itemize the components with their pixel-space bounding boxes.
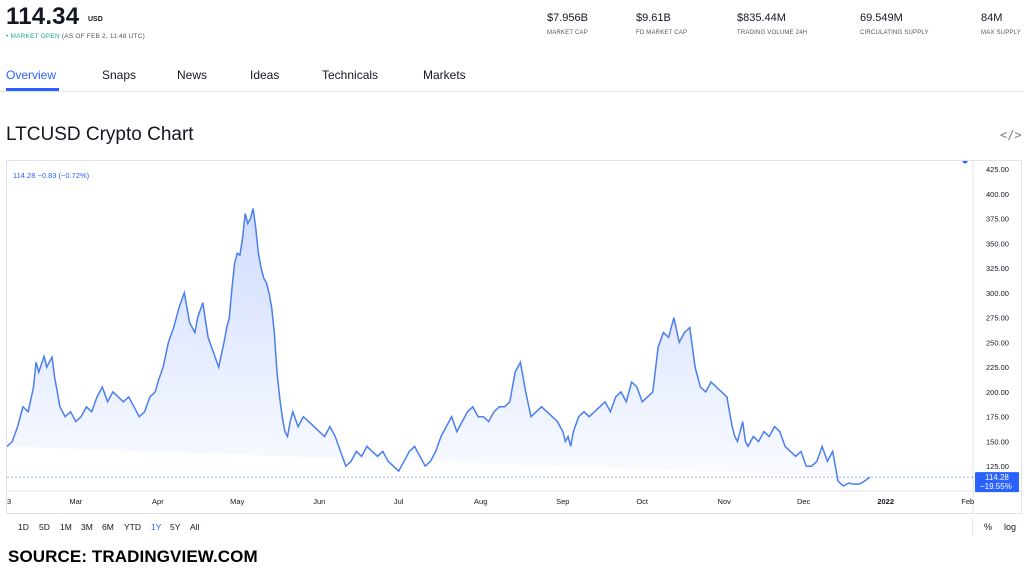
x-tick-label: Nov [718,497,732,506]
last-price-badge-change: −19.55% [980,482,1012,491]
tab-snaps[interactable]: Snaps [102,68,136,82]
last-price-badge: 114.28 −19.55% [975,472,1019,493]
x-tick-label: Mar [69,497,82,506]
last-price: 114.34 [6,3,80,30]
tab-news[interactable]: News [177,68,207,82]
tab-ideas[interactable]: Ideas [250,68,279,82]
range-selector: 1D 5D 1M 3M 6M YTD 1Y 5Y All [0,514,1024,540]
active-tab-indicator [6,88,59,91]
range-1y[interactable]: 1Y [151,522,161,532]
x-tick-label: 3 [7,497,11,506]
stat-label: CIRCULATING SUPPLY [860,30,929,36]
stat-value: $7.956B [547,12,588,24]
stat-max-supply: 84M MAX SUPPLY [981,12,1021,36]
y-tick-label: 225.00 [986,363,1009,372]
stat-label: FD MARKET CAP [636,30,688,36]
x-tick-label: Jul [394,497,404,506]
x-axis: 3 Mar Apr May Jun Jul Aug Sep Oct Nov Dec 2022 Feb [7,497,974,506]
y-tick-label: 200.00 [986,388,1009,397]
stat-label: TRADING VOLUME 24H [737,30,808,36]
market-status: • MARKET OPEN (AS OF FEB 2, 11:48 UTC) [6,33,145,40]
x-tick-label: Sep [556,497,569,506]
stat-market-cap: $7.956B MARKET CAP [547,12,588,36]
x-tick-label: May [230,497,244,506]
y-tick-label: 425.00 [986,165,1009,174]
y-tick-label: 275.00 [986,314,1009,323]
stat-fd-market-cap: $9.61B FD MARKET CAP [636,12,687,36]
x-tick-label: Dec [797,497,811,506]
range-ytd[interactable]: YTD [124,522,141,532]
symbol-tabs: Overview Snaps News Ideas Technicals Mar… [0,62,1024,92]
chart-frame: 425.00 400.00 375.00 350.00 325.00 300.00 275.… [6,160,1022,514]
market-open-label: MARKET OPEN [10,33,60,40]
range-all[interactable]: All [190,522,199,532]
x-tick-label: Aug [474,497,487,506]
range-1d[interactable]: 1D [18,522,29,532]
range-6m[interactable]: 6M [102,522,114,532]
tab-markets[interactable]: Markets [423,68,466,82]
toolbar-divider [972,518,973,536]
range-3m[interactable]: 3M [81,522,93,532]
chart-title: LTCUSD Crypto Chart [6,124,194,145]
status-dot-icon: • [6,33,9,40]
stat-value: 69.549M [860,12,903,24]
y-tick-label: 150.00 [986,437,1009,446]
y-tick-label: 400.00 [986,190,1009,199]
source-caption: SOURCE: TRADINGVIEW.COM [8,547,258,566]
x-tick-label: 2022 [877,497,894,506]
chart-legend: 114.28 −0.83 (−0.72%) [13,171,90,180]
price-currency: USD [88,16,103,23]
y-tick-label: 375.00 [986,215,1009,224]
log-scale-button[interactable]: log [1004,522,1016,532]
range-1m[interactable]: 1M [60,522,72,532]
percent-scale-button[interactable]: % [984,522,992,532]
tab-technicals[interactable]: Technicals [322,68,378,82]
x-tick-label: Apr [152,497,164,506]
symbol-header: 114.34 USD • MARKET OPEN (AS OF FEB 2, 1… [0,0,1024,48]
stat-label: MAX SUPPLY [981,30,1021,36]
price-chart[interactable]: 425.00 400.00 375.00 350.00 325.00 300.00 275.… [7,161,1021,513]
range-5y[interactable]: 5Y [170,522,180,532]
y-tick-label: 175.00 [986,413,1009,422]
range-5d[interactable]: 5D [39,522,50,532]
x-tick-label: Oct [636,497,649,506]
stat-circulating-supply: 69.549M CIRCULATING SUPPLY [860,12,929,36]
last-price-dot [961,161,969,165]
y-tick-label: 350.00 [986,239,1009,248]
x-tick-label: Jun [313,497,325,506]
stat-value: $9.61B [636,12,671,24]
tab-overview[interactable]: Overview [6,68,56,82]
y-tick-label: 325.00 [986,264,1009,273]
y-tick-label: 125.00 [986,462,1009,471]
y-tick-label: 300.00 [986,289,1009,298]
last-price-badge-value: 114.28 [985,473,1009,482]
stat-label: MARKET CAP [547,30,588,36]
stat-value: 84M [981,12,1003,24]
embed-code-icon[interactable]: </> [1000,128,1022,142]
x-tick-label: Feb [961,497,974,506]
stat-value: $835.44M [737,12,786,24]
status-time: (AS OF FEB 2, 11:48 UTC) [61,33,145,40]
stat-trading-volume: $835.44M TRADING VOLUME 24H [737,12,807,36]
y-tick-label: 250.00 [986,338,1009,347]
